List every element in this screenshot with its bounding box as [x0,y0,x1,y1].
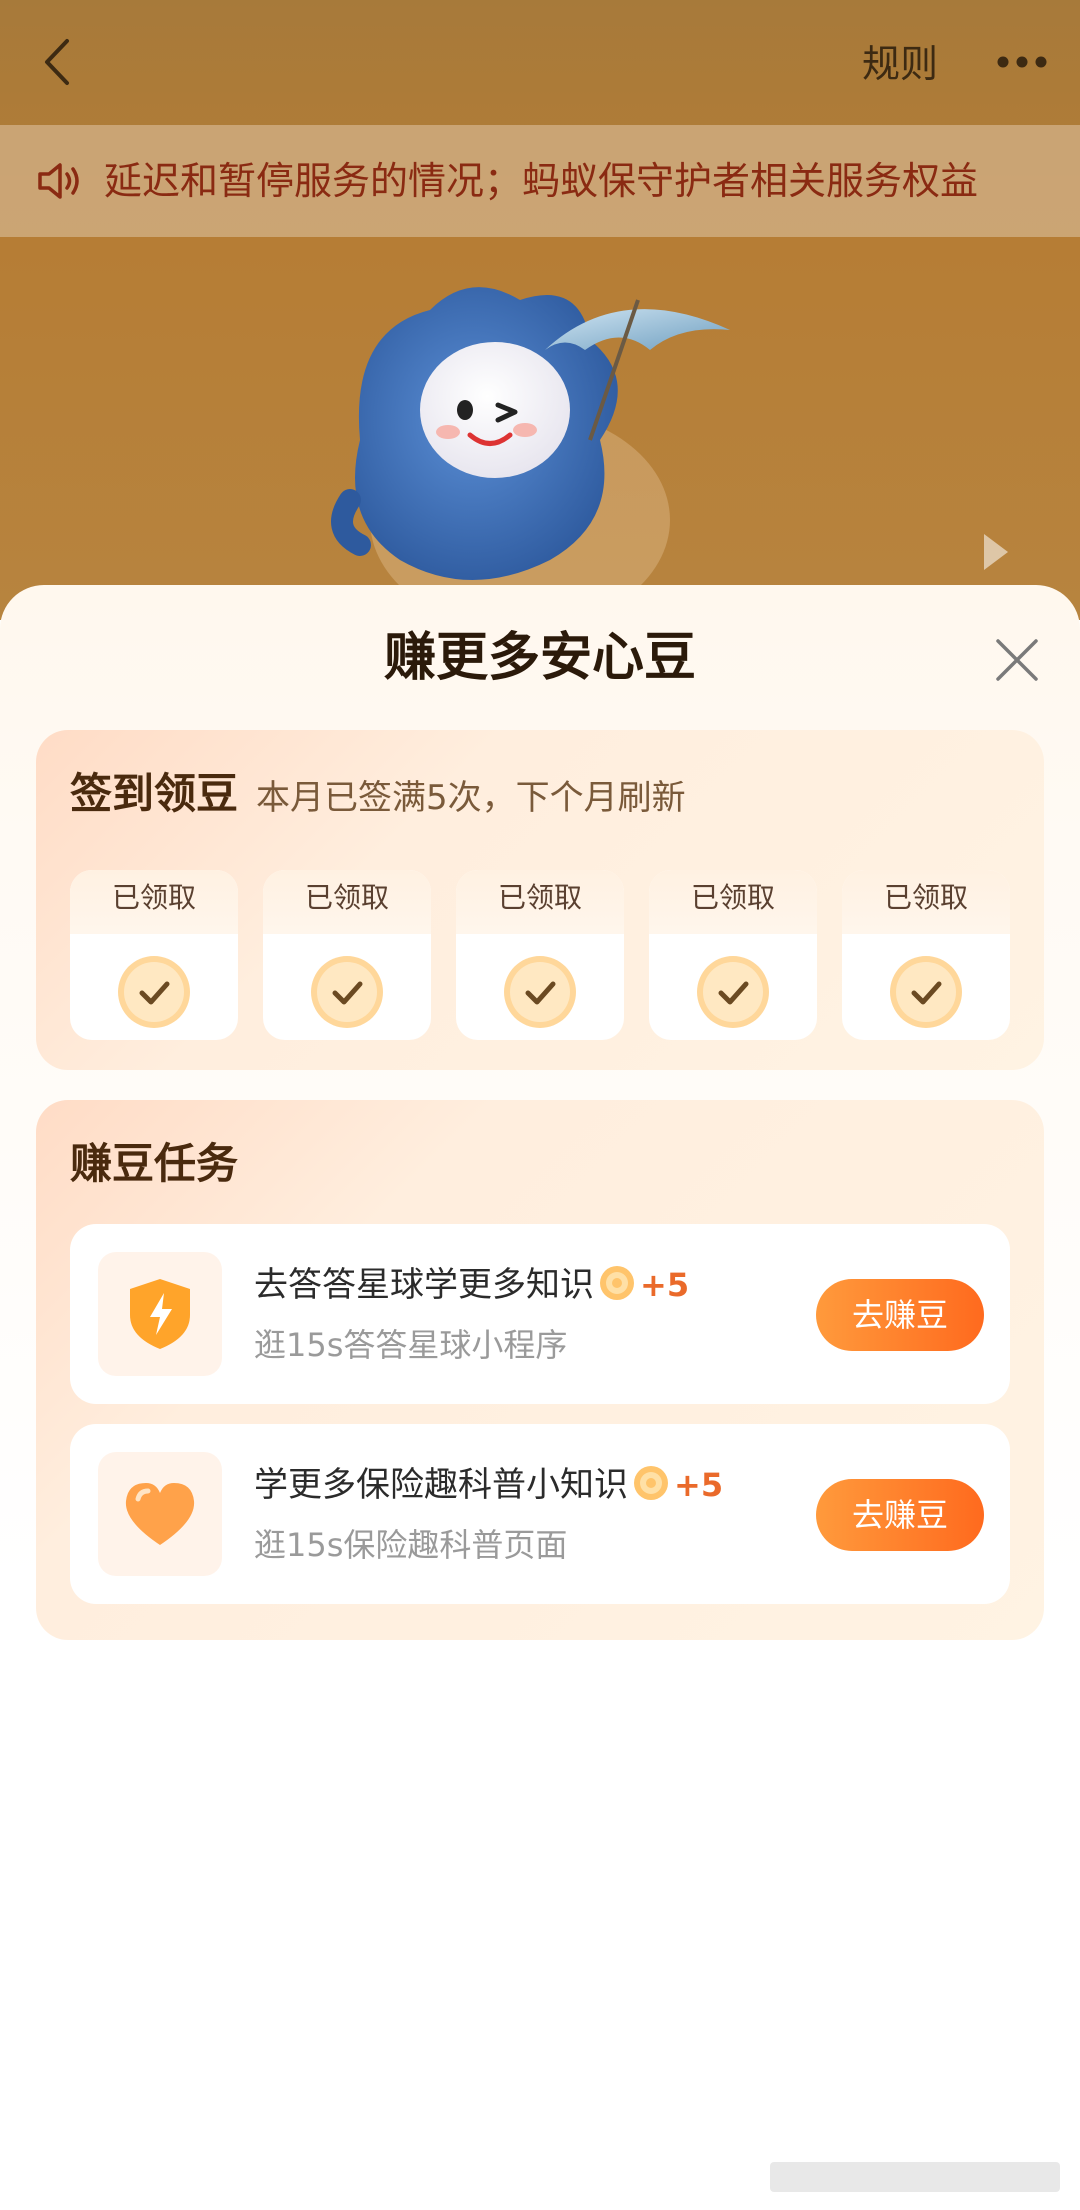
signin-title: 签到领豆 [70,769,239,818]
task-reward: +5 [640,1266,690,1304]
more-options-button[interactable] [994,42,1050,82]
task-icon-box [98,1452,222,1576]
signin-day[interactable]: 已领取 [842,870,1010,1040]
mascot-illustration [331,287,730,590]
heart-icon [125,1483,195,1545]
notice-text: 延迟和暂停服务的情况；蚂蚁保守护者相关服务权益 [104,159,979,203]
task-title-text: 去答答星球学更多知识 [254,1265,594,1305]
back-arrow-icon [45,39,69,85]
bean-coin-icon [634,1466,668,1500]
signin-day[interactable]: 已领取 [263,870,431,1040]
notice-bar[interactable]: 延迟和暂停服务的情况；蚂蚁保守护者相关服务权益 [0,125,1080,237]
signin-card: 签到领豆 本月已签满5次，下个月刷新 已领取 已领取 已领取 已领取 已领取 [36,730,1044,1070]
rules-button[interactable]: 规则 [862,36,938,92]
signin-day[interactable]: 已领取 [649,870,817,1040]
bean-checked-icon [311,956,383,1028]
tasks-title: 赚豆任务 [70,1139,239,1188]
day-status-label: 已领取 [690,881,775,914]
task-item: 学更多保险趣科普小知识 +5 逛15s保险趣科普页面 去赚豆 [70,1424,1010,1604]
sheet-title: 赚更多安心豆 [383,628,696,688]
back-button[interactable] [28,30,84,94]
bean-checked-icon [697,956,769,1028]
speaker-icon [38,163,79,199]
day-status-label: 已领取 [111,881,196,914]
earn-beans-sheet: 赚更多安心豆 签到领豆 本月已签满5次，下个月刷新 已领取 已领取 已领取 已领… [0,585,1080,2210]
task-item: 去答答星球学更多知识 +5 逛15s答答星球小程序 去赚豆 [70,1224,1010,1404]
bean-checked-icon [890,956,962,1028]
task-reward: +5 [674,1466,724,1504]
signin-days: 已领取 已领取 已领取 已领取 已领取 [70,870,1010,1040]
task-subtitle: 逛15s保险趣科普页面 [254,1526,568,1564]
top-bar: 规则 [0,0,1080,125]
day-status-label: 已领取 [497,881,582,914]
bean-checked-icon [504,956,576,1028]
task-icon-box [98,1252,222,1376]
next-chevron-icon[interactable] [976,528,1016,576]
signin-subtitle: 本月已签满5次，下个月刷新 [256,778,686,818]
home-indicator [770,2162,1060,2192]
go-earn-button[interactable]: 去赚豆 [816,1479,984,1551]
more-dots-icon [997,56,1047,68]
signin-day[interactable]: 已领取 [70,870,238,1040]
go-earn-button[interactable]: 去赚豆 [816,1279,984,1351]
task-subtitle: 逛15s答答星球小程序 [254,1326,568,1364]
close-icon[interactable] [992,635,1042,685]
bean-coin-icon [600,1266,634,1300]
day-status-label: 已领取 [883,881,968,914]
bean-checked-icon [118,956,190,1028]
task-title: 学更多保险趣科普小知识 +5 [254,1460,723,1510]
task-title: 去答答星球学更多知识 +5 [254,1260,689,1310]
lightning-shield-icon [130,1279,190,1349]
tasks-card: 赚豆任务 去答答星球学更多知识 +5 逛15s答答星球小程序 去赚豆 学更多保险… [36,1100,1044,1640]
background-scene: 规则 延迟和暂停服务的情况；蚂蚁保守护者相关服务权益 [0,0,1080,620]
signin-day[interactable]: 已领取 [456,870,624,1040]
task-title-text: 学更多保险趣科普小知识 [254,1465,628,1505]
day-status-label: 已领取 [304,881,389,914]
